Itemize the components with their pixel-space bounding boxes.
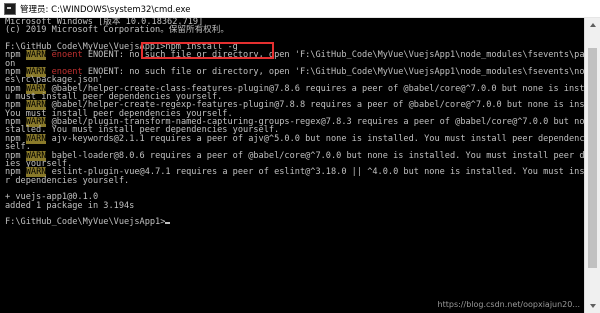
enoent-label: enoent xyxy=(51,50,83,61)
cmd-icon xyxy=(4,2,16,15)
text-cursor xyxy=(165,222,171,225)
console-line: npm WARN ajv-keywords@2.1.1 requires a p… xyxy=(5,133,584,144)
scroll-thumb[interactable] xyxy=(588,48,597,268)
console-area[interactable]: Microsoft Windows [版本 10.0.18362.719] (c)… xyxy=(0,18,584,313)
warning-message: ENOENT: no such file or directory, open … xyxy=(82,50,584,61)
cmd-window: 管理员: C:\WINDOWS\system32\cmd.exe Microso… xyxy=(0,0,600,313)
console-text: added 1 package in 3.194s xyxy=(5,200,135,211)
console-line: F:\GitHub_Code\MyVue\VuejsApp1> xyxy=(5,217,584,228)
watermark: https://blog.csdn.net/oopxiajun20... xyxy=(437,300,580,309)
vertical-scrollbar[interactable] xyxy=(584,18,600,313)
console-output[interactable]: Microsoft Windows [版本 10.0.18362.719] (c)… xyxy=(0,18,584,227)
console-line: (c) 2019 Microsoft Corporation。保留所有权利。 xyxy=(5,25,584,36)
warning-message: babel-loader@8.0.6 requires a peer of @b… xyxy=(46,150,584,161)
console-line: npm WARN babel-loader@8.0.6 requires a p… xyxy=(5,150,584,161)
console-line: r dependencies yourself. xyxy=(5,175,584,186)
console-text: (c) 2019 Microsoft Corporation。保留所有权利。 xyxy=(5,25,229,36)
scroll-up-arrow-icon[interactable] xyxy=(585,18,600,32)
warn-badge: WARN xyxy=(25,50,47,61)
window-title: 管理员: C:\WINDOWS\system32\cmd.exe xyxy=(20,4,191,15)
title-bar[interactable]: 管理员: C:\WINDOWS\system32\cmd.exe xyxy=(0,0,600,18)
scroll-down-arrow-icon[interactable] xyxy=(585,299,600,313)
console-line: npm WARN enoent ENOENT: no such file or … xyxy=(5,50,584,61)
warning-message: ENOENT: no such file or directory, open … xyxy=(82,67,584,78)
console-line: added 1 package in 3.194s xyxy=(5,200,584,211)
console-text: r dependencies yourself. xyxy=(5,175,130,186)
prompt-path: F:\GitHub_Code\MyVue\VuejsApp1> xyxy=(5,217,166,228)
warning-message: ajv-keywords@2.1.1 requires a peer of aj… xyxy=(46,133,584,144)
